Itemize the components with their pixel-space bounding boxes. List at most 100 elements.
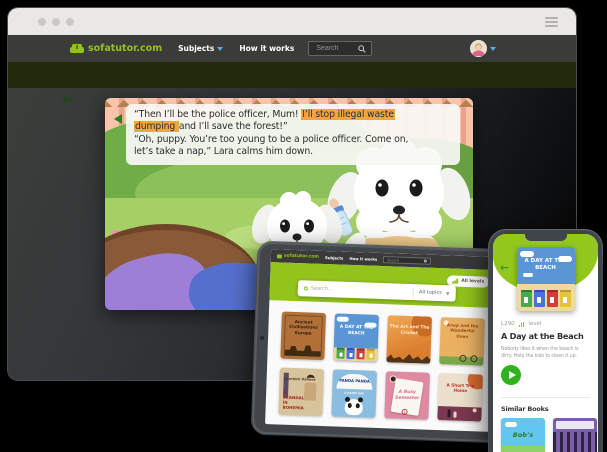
tablet-screen: sofatutor.com Subjects How it works Sear… <box>265 249 502 432</box>
tablet-mockup: sofatutor.com Subjects How it works Sear… <box>252 242 509 443</box>
nav-item-label: Subjects <box>178 44 214 53</box>
caption-line: “Then I’ll be the police officer, Mum! I… <box>134 109 452 121</box>
search-icon <box>358 45 366 53</box>
search-placeholder: Search... <box>311 286 408 295</box>
camera-icon <box>260 336 264 340</box>
chevron-down-icon <box>446 292 450 295</box>
book-cover-anap-wonderful-oven[interactable]: Anap and the Wonderful Oven <box>439 317 485 366</box>
caption-line: dumping and I’ll save the forest!” <box>134 121 452 133</box>
logo-text: sofatutor.com <box>88 43 162 54</box>
divider <box>413 288 414 297</box>
navbar-search[interactable]: Search <box>383 256 431 265</box>
book-cover-ancient-civilisations[interactable]: Ancient Civilisations Europe <box>280 312 326 361</box>
site-navbar: sofatutor.com Subjects How it works <box>8 35 576 62</box>
cloud-art <box>520 251 534 257</box>
cloud-art <box>505 422 517 427</box>
audio-play-marker-icon[interactable] <box>114 114 122 124</box>
book-title: A DAY AT THE BEACH <box>334 324 378 337</box>
book-cover-busy-semester[interactable]: A Busy Semester A <box>384 371 430 420</box>
book-title: A Busy Semester <box>393 390 421 402</box>
search-input[interactable] <box>314 44 358 53</box>
similar-book-bobs[interactable]: Bob’s <box>501 418 545 452</box>
similar-books-row: Bob’s <box>501 418 597 452</box>
phone-notch <box>525 234 567 241</box>
level-code: L290 <box>501 321 515 327</box>
level-chart-icon <box>519 322 525 327</box>
book-title: A DAY AT THE BEACH <box>517 258 575 273</box>
sofatutor-logo[interactable]: sofatutor.com <box>70 43 162 54</box>
search-icon <box>304 286 308 290</box>
caption-highlight: I’ll stop illegal waste <box>301 109 395 120</box>
user-menu[interactable] <box>470 40 496 57</box>
logo-text: sofatutor.com <box>284 254 319 260</box>
caption-highlight: dumping <box>134 121 179 132</box>
sofatutor-logo[interactable]: sofatutor.com <box>277 253 319 259</box>
book-cover-sherlock-holmes[interactable]: Sherlock Holmes A SCANDAL IN BOHEMIA <box>278 368 324 417</box>
cover-title-art <box>556 421 594 429</box>
book-cover-day-at-the-beach[interactable]: A DAY AT THE BEACH <box>517 247 575 311</box>
browser-chrome-bar <box>8 8 576 35</box>
couch-logo-icon <box>70 44 84 54</box>
hamburger-menu-icon[interactable] <box>545 17 558 27</box>
avatar[interactable] <box>470 40 487 57</box>
search-placeholder: Search <box>387 258 399 262</box>
cloud-art <box>523 273 533 277</box>
phone-screen: ← A DAY AT THE BEACH L290 level A Day at… <box>493 234 598 452</box>
window-control-dot[interactable] <box>66 18 74 26</box>
level-chart-icon <box>452 278 458 283</box>
window-controls[interactable] <box>38 18 74 26</box>
cloud-art <box>337 316 349 321</box>
nav-item-subjects[interactable]: Subjects <box>178 44 223 53</box>
caption-text: let’s take a nap,” Lara calms him down. <box>134 146 313 157</box>
book-title: A Short Trip Home <box>438 382 482 394</box>
chevron-down-icon <box>490 47 496 51</box>
story-caption: “Then I’ll be the police officer, Mum! I… <box>126 104 460 165</box>
nav-item-how-it-works[interactable]: How it works <box>239 44 294 53</box>
caption-text: “Then I’ll be the police officer, Mum! <box>134 109 301 120</box>
nav-item-label: How it works <box>239 44 294 53</box>
umbrella-art: PANDA PANDA <box>336 374 373 390</box>
trees-art <box>553 432 597 452</box>
book-cover-short-trip-home[interactable]: A Short Trip Home <box>437 373 483 422</box>
play-button[interactable] <box>501 365 521 385</box>
caption-text: and I’ll save the forest!” <box>179 121 288 132</box>
window-control-dot[interactable] <box>52 18 60 26</box>
figure-art <box>447 409 450 417</box>
book-title: Ancient Civilisations Europe <box>281 319 326 336</box>
back-arrow-icon[interactable]: ← <box>62 90 75 108</box>
search-icon <box>424 259 427 262</box>
back-arrow-icon[interactable]: ← <box>500 261 509 274</box>
book-title: Bob’s <box>501 431 545 439</box>
window-control-dot[interactable] <box>38 18 46 26</box>
page-header-band <box>8 62 576 88</box>
topics-filter[interactable]: All topics <box>419 289 442 296</box>
caption-text: “Oh, puppy. You’re too young to be a pol… <box>134 134 408 145</box>
book-title: Anap and the Wonderful Oven <box>440 322 485 339</box>
nav-item-how-it-works[interactable]: How it works <box>349 256 377 262</box>
couch-logo-icon <box>277 254 282 258</box>
chevron-down-icon <box>217 47 223 51</box>
all-levels-label: All levels <box>461 279 484 285</box>
book-cover-panda-panda[interactable]: PANDA PANDA A RAINY DAY <box>331 369 377 418</box>
recycling-bins-art <box>336 347 374 359</box>
book-grid: Ancient Civilisations Europe A DAY AT TH… <box>278 312 484 422</box>
caption-line: “Oh, puppy. You’re too young to be a pol… <box>134 134 452 146</box>
divider <box>501 397 590 398</box>
book-subtitle: A SCANDAL IN BOHEMIA <box>283 390 308 411</box>
panda-art <box>344 399 363 416</box>
book-title: The Art and The Cricket <box>387 324 431 337</box>
book-title: PANDA PANDA <box>337 378 373 384</box>
navbar-search[interactable] <box>308 41 372 56</box>
similar-book-forest[interactable] <box>553 418 597 452</box>
level-badge: L290 level <box>501 321 541 327</box>
caption-line: let’s take a nap,” Lara calms him down. <box>134 146 452 158</box>
book-cover-day-at-the-beach[interactable]: A DAY AT THE BEACH <box>333 313 379 362</box>
book-cover-art-and-cricket[interactable]: The Art and The Cricket <box>386 315 432 364</box>
book-subtitle: A RAINY DAY <box>332 390 376 396</box>
level-label: level <box>528 321 541 327</box>
book-description: Nobody likes it when the beach is dirty.… <box>501 346 591 360</box>
cover-art <box>386 352 430 364</box>
nav-item-subjects[interactable]: Subjects <box>325 255 344 261</box>
figure-art <box>453 412 456 418</box>
similar-books-heading: Similar Books <box>501 405 548 413</box>
